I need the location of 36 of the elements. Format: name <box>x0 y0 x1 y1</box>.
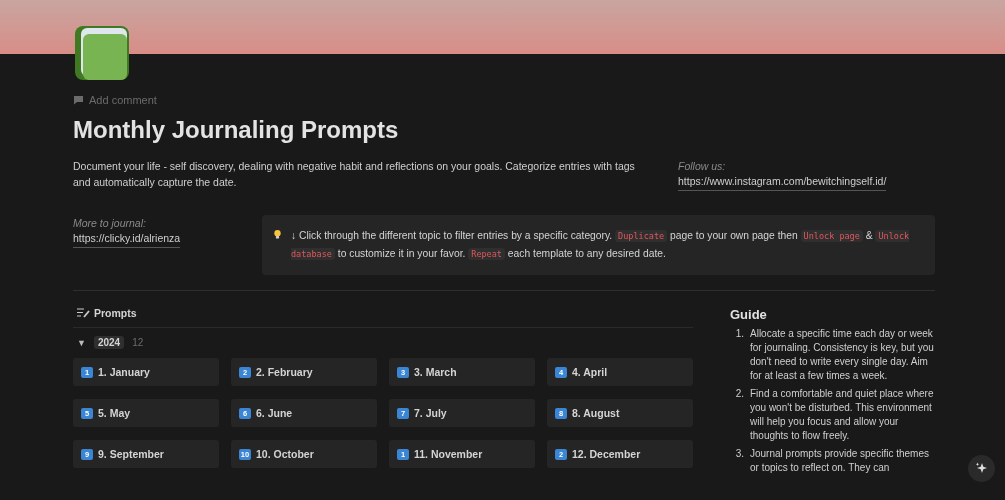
card-title: 6. June <box>256 407 293 419</box>
book-icon <box>73 24 131 82</box>
guide-heading: Guide <box>730 307 768 322</box>
more-label: More to journal: <box>73 216 147 231</box>
card-title: 12. December <box>572 448 641 460</box>
card-title: 1. January <box>98 366 150 378</box>
guide-item-text: Journal prompts provide specific themes or topics to reflect on. They can <box>750 447 930 475</box>
card-title: 8. August <box>572 407 620 419</box>
group-count: 12 <box>132 337 144 348</box>
ai-sparkle-button[interactable] <box>968 455 995 482</box>
description-text: Document your life - self discovery, dealing with negative habit and reflections on your goals. Categorize entries with tags and automatically capture the date. <box>73 159 636 190</box>
guide-item-text: Allocate a specific time each day or week for journaling. Consistency is key, but you don't need to write every single day. Aim for at least a few times a week. <box>750 327 935 383</box>
sparkle-icon <box>975 462 988 475</box>
card-title: 3. March <box>414 366 457 378</box>
card-title: 7. July <box>414 407 447 419</box>
list-number: 2. <box>734 387 744 401</box>
comment-icon <box>73 95 84 105</box>
instagram-link[interactable]: https://www.instagram.com/bewitchingself.id/ <box>678 174 887 191</box>
database-title: Prompts <box>94 307 137 319</box>
card-title: 10. October <box>256 448 314 460</box>
toggle-triangle[interactable]: ▼ <box>77 337 86 348</box>
journal-link[interactable]: https://clicky.id/alrienza <box>73 231 181 248</box>
list-number: 1. <box>734 327 744 341</box>
page-title: Monthly Journaling Prompts <box>73 116 400 144</box>
guide-item-text: Find a comfortable and quiet place where you won't be disturbed. This environment will help you focus and allow your thoughts to flow freely. <box>750 387 935 443</box>
group-tag: 2024 <box>93 336 125 349</box>
card-title: 2. February <box>256 366 313 378</box>
card-title: 11. November <box>414 448 483 460</box>
lightbulb-icon <box>274 227 281 242</box>
card-title: 4. April <box>572 366 608 378</box>
card-title: 5. May <box>98 407 131 419</box>
list-pen-icon <box>77 308 90 318</box>
callout-text: ↓ Click through the different topic to filter entries by a specific category. Duplicate page to your own page then Unlock page & Unlock database to customize it in your favor. Repeat each template to any desired date. <box>290 229 911 262</box>
card-title: 9. September <box>98 448 164 460</box>
follow-label: Follow us: <box>678 159 727 174</box>
list-number: 3. <box>734 447 744 461</box>
